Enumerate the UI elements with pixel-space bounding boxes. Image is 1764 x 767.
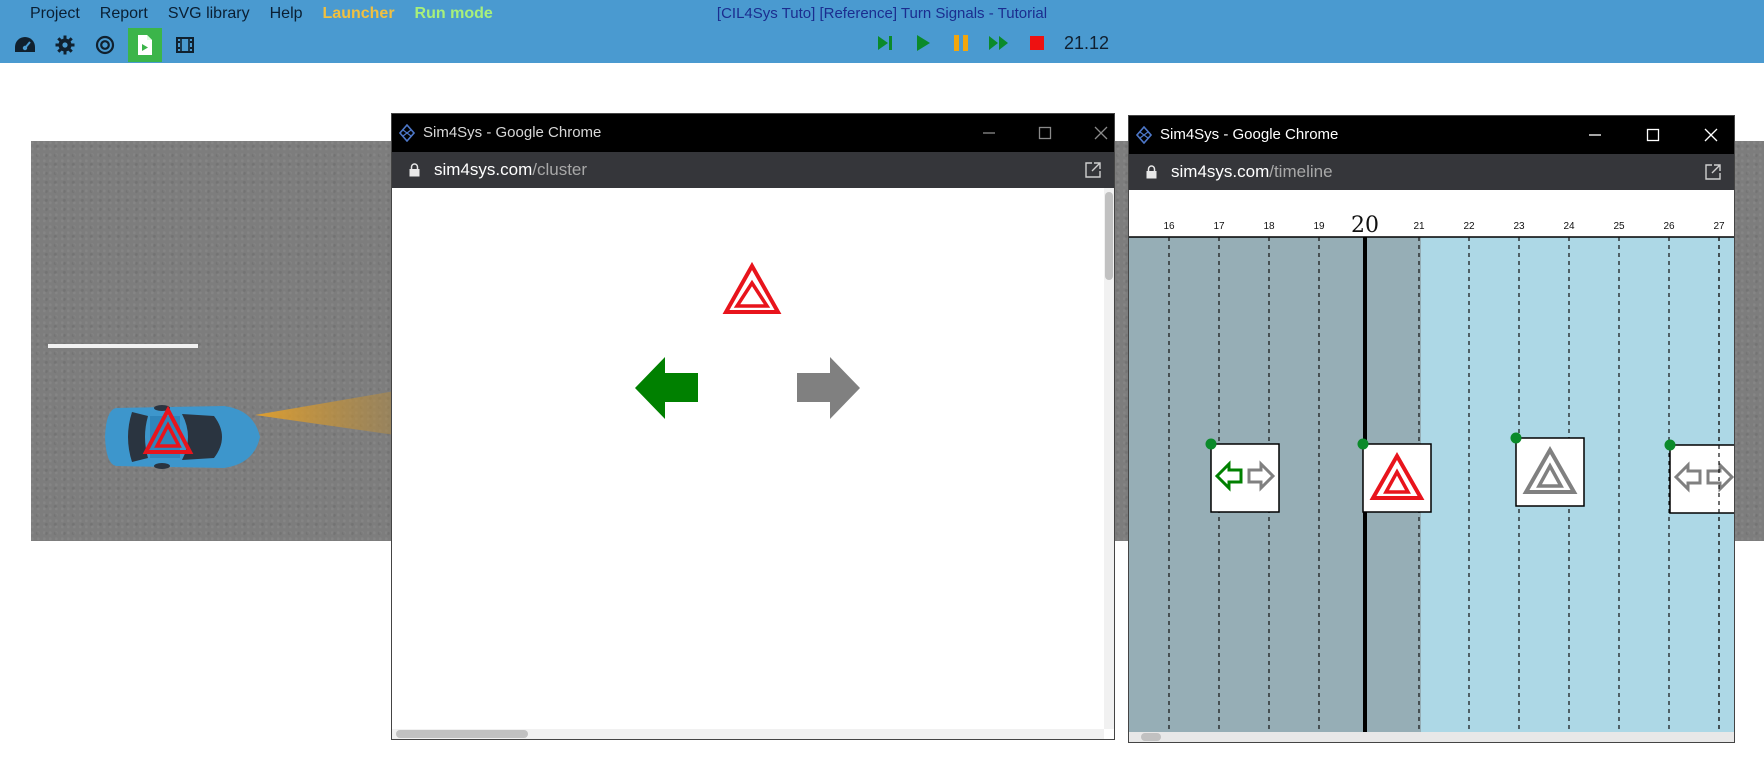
- cluster-vertical-scrollbar[interactable]: [1104, 188, 1114, 729]
- timeline-horizontal-scroll-thumb[interactable]: [1141, 733, 1161, 741]
- stop-icon: [1030, 36, 1044, 50]
- menu-bar: Project Report SVG library Help Launcher…: [20, 3, 503, 25]
- toolbar: [8, 28, 202, 62]
- cluster-hazard-icon: [722, 261, 782, 314]
- tick-label: 21: [1413, 221, 1425, 232]
- document-button[interactable]: [128, 28, 162, 62]
- cluster-display: [635, 261, 860, 419]
- turn-signal-left-event[interactable]: [1205, 438, 1280, 513]
- event-start-dot[interactable]: [1357, 438, 1369, 450]
- cluster-horizontal-scrollbar[interactable]: [392, 729, 1104, 739]
- tick-label: 27: [1713, 221, 1725, 232]
- event-start-dot[interactable]: [1205, 438, 1217, 450]
- timeline-url: sim4sys.com/timeline: [1171, 162, 1333, 181]
- stop-button[interactable]: [1024, 30, 1050, 56]
- headlight-beam: [255, 391, 395, 435]
- cluster-window: Sim4Sys - Google Chrome sim4sys.com/clus…: [392, 114, 1114, 739]
- turn-signal-off-event[interactable]: [1664, 439, 1735, 514]
- play-icon: [917, 35, 930, 51]
- tick-label: 19: [1313, 221, 1325, 232]
- maximize-icon: [1646, 128, 1660, 142]
- cluster-content: [392, 188, 1114, 739]
- tick-label: 22: [1463, 221, 1475, 232]
- timeline-minimize-button[interactable]: [1584, 124, 1606, 146]
- play-button[interactable]: [910, 30, 936, 56]
- left-turn-arrow-icon: [635, 357, 698, 419]
- menu-project[interactable]: Project: [20, 3, 90, 25]
- timeline-chart: 16 17 18 19 20 21 22 23 24 25 26 27: [1129, 190, 1735, 732]
- cluster-horizontal-scroll-thumb[interactable]: [396, 730, 528, 738]
- timeline-window-title: Sim4Sys - Google Chrome: [1160, 126, 1339, 143]
- close-icon: [1704, 128, 1718, 142]
- sim4sys-logo-icon: [399, 124, 415, 142]
- open-external-icon[interactable]: [1084, 161, 1102, 179]
- tick-label: 23: [1513, 221, 1525, 232]
- lock-icon: [1146, 165, 1157, 179]
- cluster-vertical-scroll-thumb[interactable]: [1105, 192, 1113, 280]
- minimize-icon: [983, 132, 995, 134]
- right-turn-arrow-icon: [797, 357, 860, 419]
- tick-label: 16: [1163, 221, 1175, 232]
- simulation-time: 21.12: [1064, 32, 1110, 53]
- cluster-window-title: Sim4Sys - Google Chrome: [423, 124, 602, 141]
- tick-label: 18: [1263, 221, 1275, 232]
- tick-label: 24: [1563, 221, 1575, 232]
- menu-run-mode[interactable]: Run mode: [405, 3, 503, 25]
- hazard-off-event[interactable]: [1510, 432, 1585, 507]
- menu-svg-library[interactable]: SVG library: [158, 3, 260, 25]
- minimize-icon: [1589, 134, 1601, 136]
- tick-label-current: 20: [1351, 213, 1379, 238]
- gear-icon: [55, 35, 75, 55]
- timeline-maximize-button[interactable]: [1642, 124, 1664, 146]
- step-button[interactable]: [872, 30, 898, 56]
- event-card: [1210, 443, 1280, 513]
- target-button[interactable]: [88, 28, 122, 62]
- fast-forward-button[interactable]: [986, 30, 1012, 56]
- event-start-dot[interactable]: [1510, 432, 1522, 444]
- pause-button[interactable]: [948, 30, 974, 56]
- fast-forward-icon: [989, 36, 1008, 50]
- timeline-horizontal-scrollbar[interactable]: [1129, 732, 1734, 742]
- cluster-url: sim4sys.com/cluster: [434, 160, 588, 179]
- lane-marking: [48, 344, 198, 348]
- open-external-icon[interactable]: [1704, 163, 1722, 181]
- sim4sys-logo-icon: [1136, 126, 1152, 144]
- menu-launcher[interactable]: Launcher: [313, 3, 405, 25]
- app-title: [CIL4Sys Tuto] [Reference] Turn Signals …: [716, 5, 1048, 22]
- cluster-maximize-button[interactable]: [1034, 122, 1056, 144]
- film-button[interactable]: [168, 28, 202, 62]
- tick-label: 25: [1613, 221, 1625, 232]
- tick-label: 17: [1213, 221, 1225, 232]
- dashboard-button[interactable]: [8, 28, 42, 62]
- menu-report[interactable]: Report: [90, 3, 158, 25]
- event-start-dot[interactable]: [1664, 439, 1676, 451]
- timeline-window-titlebar[interactable]: Sim4Sys - Google Chrome: [1129, 116, 1734, 154]
- timeline-window: Sim4Sys - Google Chrome sim4sys.com/time…: [1129, 116, 1734, 742]
- target-icon: [95, 35, 115, 55]
- settings-button[interactable]: [48, 28, 82, 62]
- timeline-close-button[interactable]: [1700, 124, 1722, 146]
- film-icon: [176, 37, 194, 53]
- cluster-close-button[interactable]: [1090, 122, 1112, 144]
- hazard-on-event[interactable]: [1357, 438, 1432, 513]
- cluster-minimize-button[interactable]: [978, 122, 1000, 144]
- dashboard-icon: [15, 37, 35, 52]
- pause-icon: [954, 35, 968, 51]
- menu-help[interactable]: Help: [260, 3, 313, 25]
- maximize-icon: [1038, 126, 1052, 140]
- timeline-address-bar[interactable]: sim4sys.com/timeline: [1129, 154, 1734, 190]
- player-controls: 21.12: [872, 30, 1109, 56]
- step-icon: [878, 36, 892, 50]
- cluster-address-bar[interactable]: sim4sys.com/cluster: [392, 152, 1114, 188]
- lock-icon: [409, 163, 420, 177]
- timeline-content: 16 17 18 19 20 21 22 23 24 25 26 27: [1129, 190, 1734, 742]
- document-icon: [138, 35, 152, 55]
- close-icon: [1094, 126, 1108, 140]
- app-bar: Project Report SVG library Help Launcher…: [0, 0, 1764, 63]
- car: [105, 405, 260, 469]
- tick-label: 26: [1663, 221, 1675, 232]
- cluster-window-titlebar[interactable]: Sim4Sys - Google Chrome: [392, 114, 1114, 152]
